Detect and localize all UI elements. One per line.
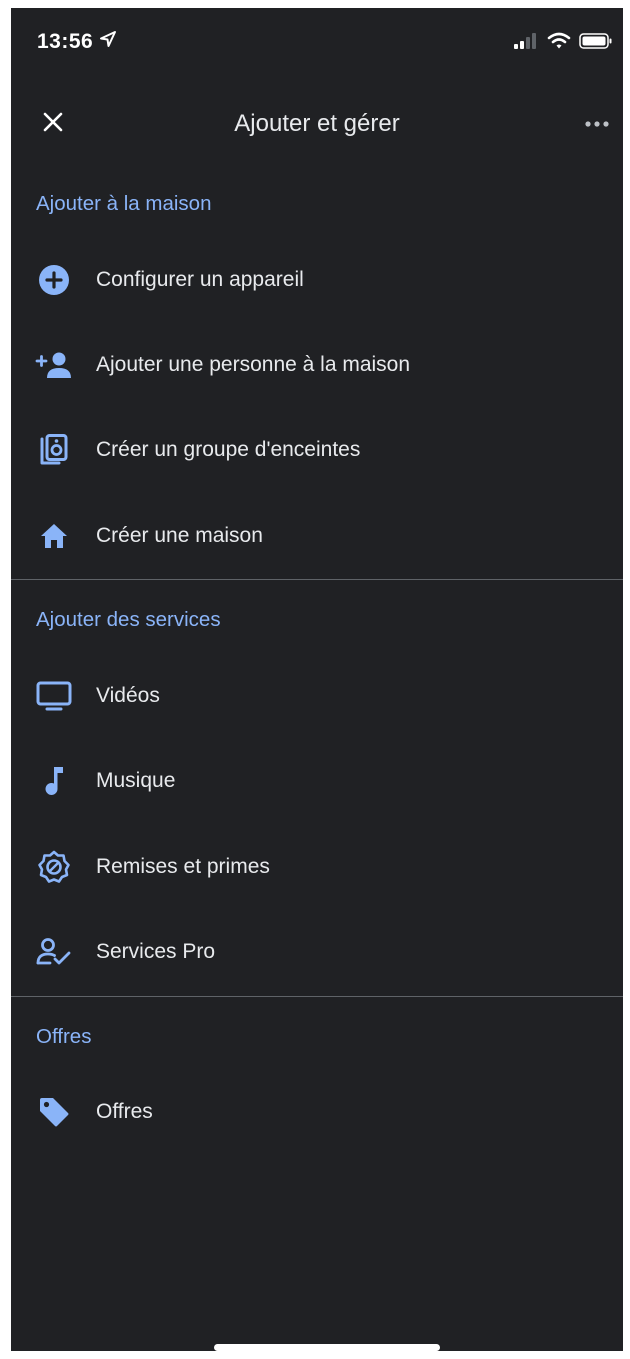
divider <box>11 579 623 580</box>
more-options-button[interactable] <box>579 110 615 138</box>
location-arrow-icon <box>99 30 117 54</box>
section-title-add-home: Ajouter à la maison <box>36 192 212 215</box>
menu-label: Créer un groupe d'enceintes <box>96 438 361 461</box>
status-bar: 13:56 <box>11 8 623 84</box>
status-time-group: 13:56 <box>37 30 117 54</box>
menu-item-pro-services[interactable]: Services Pro <box>11 920 623 984</box>
menu-label: Musique <box>96 769 176 792</box>
divider <box>11 996 623 997</box>
menu-label: Offres <box>96 1100 153 1123</box>
page-title: Ajouter et gérer <box>234 110 400 137</box>
close-icon <box>41 110 65 139</box>
home-indicator[interactable] <box>214 1344 440 1351</box>
person-check-icon <box>34 932 74 972</box>
menu-item-offers[interactable]: Offres <box>11 1080 623 1144</box>
section-title-add-services: Ajouter des services <box>36 608 221 631</box>
menu-item-setup-device[interactable]: Configurer un appareil <box>11 248 623 312</box>
tag-icon <box>34 1092 74 1132</box>
menu-item-add-person[interactable]: Ajouter une personne à la maison <box>11 333 623 397</box>
add-circle-icon <box>34 260 74 300</box>
menu-label: Vidéos <box>96 684 160 707</box>
screen: 13:56 Ajouter et gérer Ajouter à la mais… <box>11 8 623 1351</box>
add-person-icon <box>34 345 74 385</box>
wifi-icon <box>547 32 571 55</box>
menu-label: Créer une maison <box>96 524 263 547</box>
menu-item-speaker-group[interactable]: Créer un groupe d'enceintes <box>11 418 623 482</box>
signal-icon <box>513 32 539 55</box>
speaker-group-icon <box>34 430 74 470</box>
close-button[interactable] <box>37 108 69 140</box>
menu-label: Services Pro <box>96 940 216 963</box>
status-time: 13:56 <box>37 30 94 53</box>
section-title-offers: Offres <box>36 1025 92 1048</box>
menu-item-videos[interactable]: Vidéos <box>11 664 623 728</box>
app-header: Ajouter et gérer <box>11 88 623 158</box>
menu-label: Configurer un appareil <box>96 268 304 291</box>
discount-badge-icon <box>34 847 74 887</box>
status-indicators <box>513 32 613 55</box>
menu-label: Remises et primes <box>96 855 270 878</box>
menu-item-music[interactable]: Musique <box>11 749 623 813</box>
music-note-icon <box>34 761 74 801</box>
home-icon <box>34 516 74 556</box>
battery-icon <box>579 32 613 55</box>
menu-item-discounts[interactable]: Remises et primes <box>11 835 623 899</box>
menu-item-create-home[interactable]: Créer une maison <box>11 504 623 568</box>
tv-icon <box>34 676 74 716</box>
more-horizontal-icon <box>584 115 610 133</box>
menu-label: Ajouter une personne à la maison <box>96 353 411 376</box>
